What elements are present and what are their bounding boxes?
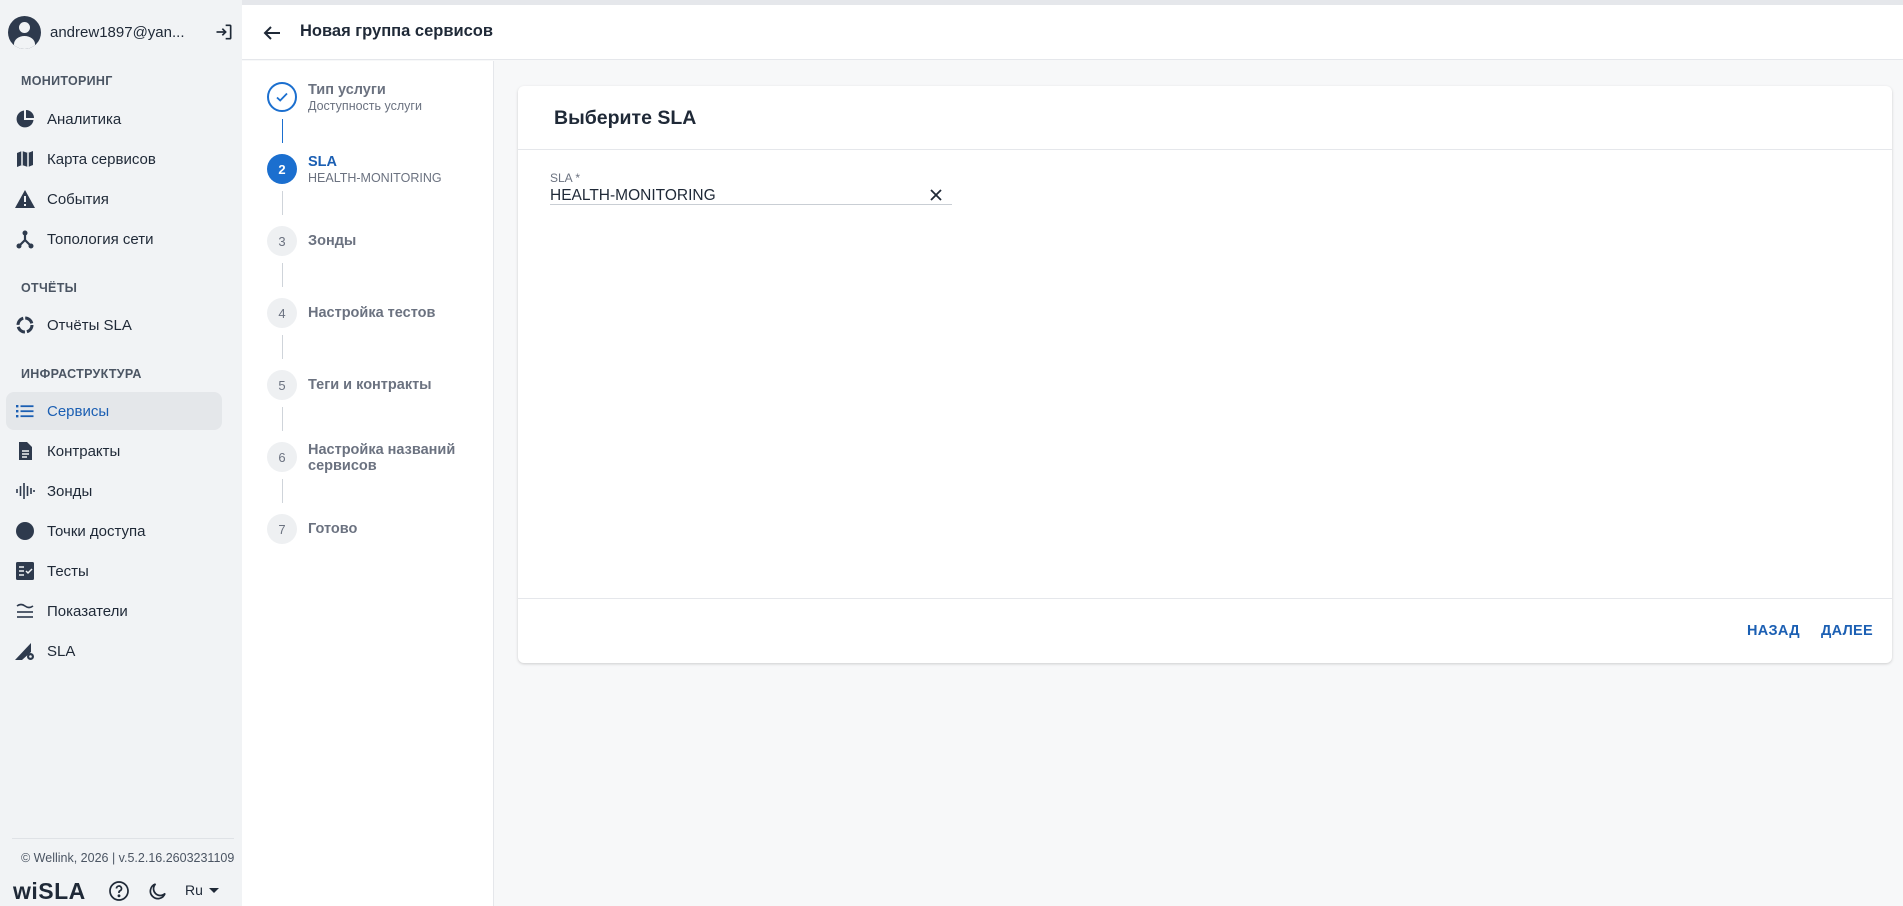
sidebar-item-label: Карта сервисов — [47, 150, 156, 168]
step-label-line1: Настройка названий — [308, 442, 456, 458]
sidebar-item-service-map[interactable]: Карта сервисов — [6, 140, 222, 178]
avatar-icon — [8, 15, 41, 49]
step-done[interactable]: 7 Готово — [267, 514, 357, 544]
step-label: SLA — [308, 154, 337, 170]
step-number: 3 — [267, 226, 297, 256]
sidebar-item-label: Зонды — [47, 482, 93, 500]
footer-divider — [12, 838, 234, 839]
step-sublabel: Доступность услуги — [308, 99, 422, 113]
step-sla[interactable]: 2 SLA HEALTH-MONITORING — [267, 154, 442, 186]
step-connector — [282, 191, 283, 215]
sidebar-item-events[interactable]: События — [6, 180, 222, 218]
circle-icon — [14, 520, 36, 542]
sla-selection-card: Выберите SLA SLA * HEALTH-MONITORING НАЗ… — [518, 86, 1892, 663]
page-header: Новая группа сервисов — [242, 5, 1903, 60]
logout-icon[interactable] — [214, 22, 234, 42]
step-number: 2 — [267, 154, 297, 184]
sidebar-item-label: Отчёты SLA — [47, 316, 132, 334]
sidebar-item-label: Точки доступа — [47, 522, 146, 540]
card-divider — [518, 149, 1892, 150]
sidebar-item-label: Топология сети — [47, 230, 154, 248]
sidebar-item-sla-reports[interactable]: Отчёты SLA — [6, 306, 222, 344]
map-icon — [14, 148, 36, 170]
user-email: andrew1897@yan... — [50, 23, 185, 41]
sidebar-item-label: Контракты — [47, 442, 121, 460]
language-selector[interactable]: Ru — [185, 882, 219, 898]
section-title-infrastructure: ИНФРАСТРУКТУРА — [21, 367, 142, 381]
sidebar-item-sla[interactable]: SLA — [6, 632, 222, 670]
step-label-line2: сервисов — [308, 458, 377, 474]
document-icon — [14, 440, 36, 462]
clear-icon[interactable] — [928, 187, 944, 203]
sidebar-item-probes[interactable]: Зонды — [6, 472, 222, 510]
next-button[interactable]: ДАЛЕЕ — [1821, 623, 1873, 639]
warning-icon — [14, 188, 36, 210]
section-title-monitoring: МОНИТОРИНГ — [21, 74, 113, 88]
checklist-icon — [14, 560, 36, 582]
sla-select-field[interactable]: SLA * HEALTH-MONITORING — [550, 171, 952, 205]
copyright-text: © Wellink, 2026 | v.5.2.16.2603231109 — [21, 851, 235, 865]
page-title: Новая группа сервисов — [300, 22, 494, 40]
step-service-type[interactable]: Тип услуги Доступность услуги — [267, 82, 422, 114]
step-test-settings[interactable]: 4 Настройка тестов — [267, 298, 435, 328]
donut-chart-icon — [14, 314, 36, 336]
sidebar-item-services[interactable]: Сервисы — [6, 392, 222, 430]
user-profile[interactable]: andrew1897@yan... — [8, 14, 234, 50]
step-number: 5 — [267, 370, 297, 400]
section-title-reports: ОТЧЁТЫ — [21, 281, 78, 295]
card-divider — [518, 598, 1892, 599]
step-label: Теги и контракты — [308, 377, 432, 393]
step-label: Тип услуги — [308, 82, 386, 98]
sidebar-item-label: События — [47, 190, 109, 208]
sidebar: andrew1897@yan... МОНИТОРИНГ Аналитика К… — [0, 0, 242, 906]
step-label: Настройка тестов — [308, 305, 436, 321]
sidebar-item-analytics[interactable]: Аналитика — [6, 100, 222, 138]
sla-field-label: SLA * — [550, 171, 581, 185]
step-number: 7 — [267, 514, 297, 544]
signal-settings-icon — [14, 640, 36, 662]
wizard-stepper: Тип услуги Доступность услуги 2 SLA HEAL… — [242, 61, 494, 906]
help-icon[interactable] — [108, 880, 130, 902]
dark-mode-moon-icon[interactable] — [147, 880, 169, 902]
pie-chart-icon — [14, 108, 36, 130]
sidebar-item-label: Тесты — [47, 562, 89, 580]
network-topology-icon — [14, 228, 36, 250]
sidebar-item-access-points[interactable]: Точки доступа — [6, 512, 222, 550]
step-connector — [282, 119, 283, 143]
step-connector — [282, 479, 283, 503]
sidebar-item-contracts[interactable]: Контракты — [6, 432, 222, 470]
step-connector — [282, 263, 283, 287]
step-probes[interactable]: 3 Зонды — [267, 226, 356, 256]
sidebar-item-metrics[interactable]: Показатели — [6, 592, 222, 630]
sla-field-value: HEALTH-MONITORING — [550, 187, 716, 204]
sidebar-item-tests[interactable]: Тесты — [6, 552, 222, 590]
step-tags-contracts[interactable]: 5 Теги и контракты — [267, 370, 432, 400]
sidebar-item-topology[interactable]: Топология сети — [6, 220, 222, 258]
brand-logo: wiSLA — [13, 878, 86, 904]
sidebar-item-label: SLA — [47, 642, 76, 660]
step-service-names[interactable]: 6 Настройка названий сервисов — [267, 442, 455, 474]
sidebar-item-label: Аналитика — [47, 110, 122, 128]
card-title: Выберите SLA — [554, 107, 697, 129]
sidebar-item-label: Показатели — [47, 602, 128, 620]
step-connector — [282, 407, 283, 431]
back-button[interactable]: НАЗАД — [1747, 623, 1800, 639]
language-value: Ru — [185, 882, 203, 898]
back-arrow-icon[interactable] — [260, 21, 284, 45]
step-label: Готово — [308, 521, 358, 537]
step-connector — [282, 335, 283, 359]
list-icon — [14, 400, 36, 422]
sidebar-item-label: Сервисы — [47, 402, 110, 420]
step-label: Зонды — [308, 233, 357, 249]
waveform-icon — [14, 480, 36, 502]
step-number: 6 — [267, 442, 297, 472]
step-number: 4 — [267, 298, 297, 328]
caret-down-icon — [208, 887, 219, 893]
stacked-lines-icon — [14, 600, 36, 622]
step-complete-check-icon — [267, 82, 297, 112]
step-sublabel: HEALTH-MONITORING — [308, 171, 442, 185]
